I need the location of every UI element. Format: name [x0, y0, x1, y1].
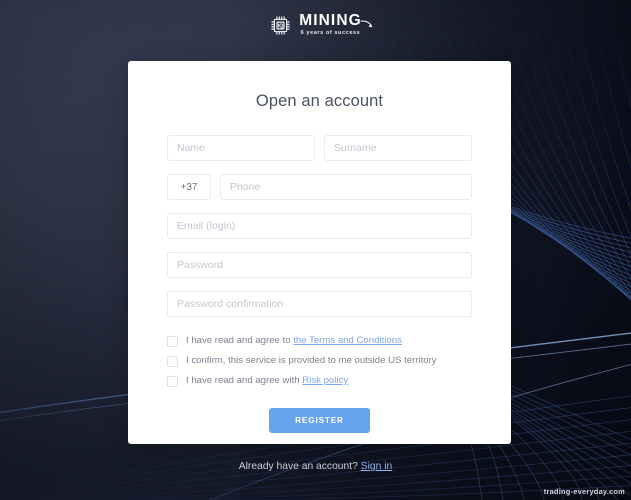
- risk-policy-label: I have read and agree with Risk policy: [186, 375, 348, 387]
- agreement-row-us-territory: I confirm, this service is provided to m…: [167, 351, 472, 371]
- agreement-row-terms: I have read and agree to the Terms and C…: [167, 331, 472, 351]
- email-input[interactable]: [167, 213, 472, 239]
- terms-and-conditions-link[interactable]: the Terms and Conditions: [293, 335, 402, 346]
- phone-input[interactable]: [220, 174, 472, 200]
- password-confirmation-row: [167, 291, 472, 317]
- password-input[interactable]: [167, 252, 472, 278]
- page-title: Open an account: [255, 92, 384, 110]
- swoosh-icon: [360, 18, 373, 36]
- terms-label: I have read and agree to the Terms and C…: [186, 335, 402, 347]
- us-territory-label: I confirm, this service is provided to m…: [186, 355, 437, 367]
- us-territory-checkbox[interactable]: [167, 355, 178, 367]
- us-territory-label-text: I confirm, this service is provided to m…: [186, 355, 437, 366]
- logo-tagline: 6 years of success: [300, 30, 361, 36]
- register-button[interactable]: REGISTER: [269, 408, 370, 433]
- sign-in-link[interactable]: Sign in: [361, 461, 392, 472]
- phone-row: [167, 174, 472, 200]
- brand-header: IQ MINING 6 years of success: [0, 13, 631, 37]
- logo-title: MINING: [299, 12, 362, 29]
- logo-wordmark: MINING 6 years of success: [299, 12, 372, 37]
- logo[interactable]: IQ MINING 6 years of success: [269, 12, 372, 37]
- registration-card: Open an account I have read and agree to…: [128, 61, 511, 444]
- password-row: [167, 252, 472, 278]
- footer: Already have an account? Sign in: [0, 461, 631, 472]
- terms-checkbox[interactable]: [167, 335, 178, 347]
- footer-text: Already have an account?: [238, 461, 361, 472]
- password-confirmation-input[interactable]: [167, 291, 472, 317]
- chip-iq-text: IQ: [278, 23, 285, 29]
- terms-label-text: I have read and agree to: [186, 335, 294, 346]
- agreements-group: I have read and agree to the Terms and C…: [167, 331, 472, 391]
- risk-policy-link[interactable]: Risk policy: [302, 375, 348, 386]
- chip-iq-icon: IQ: [269, 14, 292, 37]
- submit-row: REGISTER: [167, 408, 472, 433]
- name-row: [167, 135, 472, 161]
- country-code-input[interactable]: [167, 174, 211, 200]
- risk-policy-checkbox[interactable]: [167, 375, 178, 387]
- watermark: trading-everyday.com: [543, 487, 625, 496]
- risk-policy-label-text: I have read and agree with: [186, 375, 303, 386]
- email-row: [167, 213, 472, 239]
- surname-input[interactable]: [324, 135, 472, 161]
- agreement-row-risk-policy: I have read and agree with Risk policy: [167, 371, 472, 391]
- name-input[interactable]: [167, 135, 315, 161]
